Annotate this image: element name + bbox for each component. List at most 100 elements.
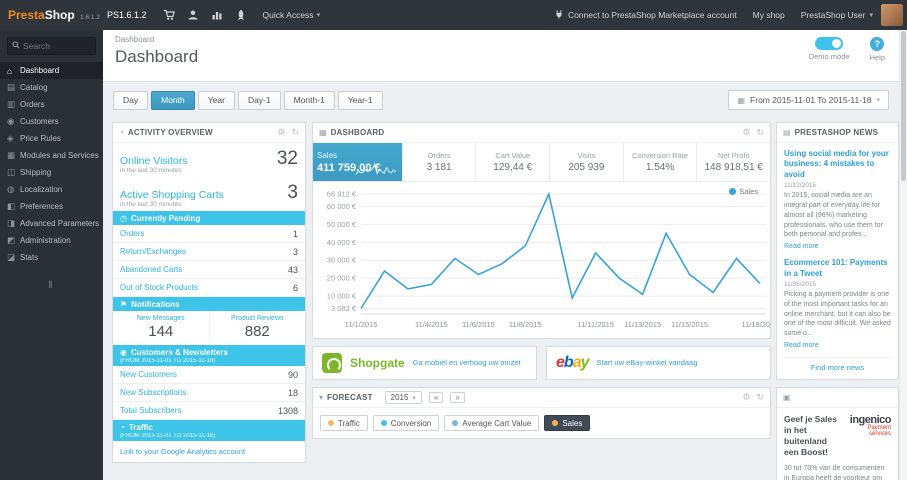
read-more-link[interactable]: Read more: [784, 243, 819, 250]
sidebar-item-label: Advanced Parameters: [20, 219, 100, 228]
home-icon: ⌂: [7, 65, 13, 76]
chevron-down-icon: ▾: [869, 12, 873, 19]
filter-year-1-button[interactable]: Year-1: [337, 90, 383, 110]
scrollbar-thumb[interactable]: [901, 31, 906, 181]
sidebar-item-dashboard[interactable]: ⌂ Dashboard: [0, 62, 103, 79]
gear-icon[interactable]: ⚙: [277, 127, 285, 138]
sales-chart: Sales 66 912 € 60 000 € 50 000 € 40 000 € 30…: [313, 182, 779, 338]
marketplace-link[interactable]: Connect to PrestaShop Marketplace accoun…: [554, 9, 737, 21]
refresh-icon[interactable]: ↻: [291, 127, 299, 138]
pending-row-abandoned-carts[interactable]: Abandoned Carts 43: [113, 261, 305, 279]
sidebar-item-shipping[interactable]: ◫ Shipping: [0, 164, 103, 181]
news-article-date: 11/12/2015: [784, 182, 817, 190]
search-input[interactable]: [23, 41, 95, 51]
google-analytics-link[interactable]: Link to your Google Analytics account: [113, 441, 305, 462]
kpi-orders-tab[interactable]: Orders 3 181: [403, 143, 477, 181]
svg-text:3 082 €: 3 082 €: [331, 304, 357, 313]
collapse-chevron-icon[interactable]: ▾: [319, 393, 323, 402]
filter-day-1-button[interactable]: Day-1: [237, 90, 281, 110]
read-more-link[interactable]: Read more: [784, 342, 819, 349]
find-more-news-link[interactable]: Find more news: [784, 356, 891, 375]
sidebar-item-stats[interactable]: ◪ Stats: [0, 249, 103, 266]
help-button[interactable]: ? Help: [870, 37, 885, 62]
cart-icon[interactable]: [163, 9, 175, 21]
shopgate-module-card[interactable]: Shopgate Ga mobiel en verhoog uw omzet: [312, 346, 537, 380]
cell-label: New Messages: [136, 315, 185, 322]
news-article-title[interactable]: Using social media for your business: 4 …: [784, 149, 891, 180]
gear-icon[interactable]: ⚙: [742, 392, 750, 403]
prestashop-logo[interactable]: PrestaShop 1.6.1.2: [0, 8, 103, 22]
year-value: 2015: [390, 393, 409, 402]
news-article: Ecommerce 101: Payments in a Tweet 11/05…: [784, 258, 891, 349]
filter-month-1-button[interactable]: Month-1: [283, 90, 335, 110]
date-filter-bar: Day Month Year Day-1 Month-1 Year-1 ▦ Fr…: [103, 82, 899, 118]
metric-subtitle: in the last 30 minutes: [120, 167, 182, 174]
forecast-legend-traffic[interactable]: Traffic: [320, 415, 368, 431]
kpi-sales-tab[interactable]: Sales 411 759,00 €: [313, 143, 403, 181]
chart-legend[interactable]: Sales: [729, 187, 758, 196]
customers-row-new-subscriptions[interactable]: New Subscriptions 18: [113, 384, 305, 402]
gear-icon[interactable]: ⚙: [742, 127, 750, 138]
avatar[interactable]: [881, 4, 903, 26]
pending-row-orders[interactable]: Orders 1: [113, 225, 305, 243]
sidebar-item-orders[interactable]: ▥ Orders: [0, 96, 103, 113]
breadcrumb[interactable]: Dashboard: [115, 35, 887, 44]
toggle-switch-icon[interactable]: [815, 37, 844, 50]
filter-year-button[interactable]: Year: [197, 90, 235, 110]
sidebar-search[interactable]: [7, 37, 96, 55]
date-range-picker[interactable]: ▦ From 2015-11-01 To 2015-11-18 ▾: [728, 90, 889, 110]
kpi-cart-value-tab[interactable]: Cart Value 129,44 €: [476, 143, 551, 181]
sidebar-item-catalog[interactable]: ▤ Catalog: [0, 79, 103, 96]
kpi-conversion-rate-tab[interactable]: Conversion Rate 1.54%: [624, 143, 698, 181]
legend-dot-icon: [328, 420, 334, 426]
filter-day-button[interactable]: Day: [113, 90, 149, 110]
ebay-link[interactable]: Start uw eBay-winkel vandaag: [597, 358, 698, 367]
product-reviews-cell[interactable]: Product Reviews 882: [210, 311, 306, 345]
my-shop-link[interactable]: My shop: [753, 10, 785, 20]
year-select[interactable]: 2015 ▾: [384, 391, 422, 404]
section-header-customers: ◉ Customers & Newsletters (FROM 2015-11-0…: [113, 345, 305, 366]
new-messages-cell[interactable]: New Messages 144: [113, 311, 210, 345]
demo-mode-toggle[interactable]: Demo mode: [809, 37, 850, 62]
forecast-legend-conversion[interactable]: Conversion: [372, 415, 440, 431]
news-article-title[interactable]: Ecommerce 101: Payments in a Tweet: [784, 258, 891, 279]
customers-row-new-customers[interactable]: New Customers 90: [113, 366, 305, 384]
ebay-module-card[interactable]: ebay Start uw eBay-winkel vandaag: [546, 346, 771, 380]
sidebar-collapse-button[interactable]: ‖: [0, 280, 103, 291]
pending-row-returns[interactable]: Return/Exchanges 3: [113, 243, 305, 261]
date-filter-buttons: Day Month Year Day-1 Month-1 Year-1: [113, 90, 386, 110]
pending-row-out-of-stock[interactable]: Out of Stock Products 6: [113, 279, 305, 297]
shopgate-link[interactable]: Ga mobiel en verhoog uw omzet: [413, 358, 521, 367]
forecast-legend-average-cart-value[interactable]: Average Cart Value: [444, 415, 540, 431]
rocket-icon[interactable]: [235, 9, 247, 21]
vertical-scrollbar[interactable]: [899, 30, 907, 480]
customers-row-total-subscribers[interactable]: Total Subscribers 1308: [113, 402, 305, 420]
sidebar-item-price-rules[interactable]: ◈ Price Rules: [0, 130, 103, 147]
catalog-icon: ▤: [7, 82, 16, 92]
employee-icon[interactable]: [187, 9, 199, 21]
forecast-panel: ▾ FORECAST 2015 ▾ « » ⚙ ↻ Traffic Conver: [312, 387, 771, 439]
refresh-icon[interactable]: ↻: [756, 127, 764, 138]
quick-access-menu[interactable]: Quick Access ▾: [263, 10, 321, 20]
kpi-visits-tab[interactable]: Visits 205 939: [550, 143, 624, 181]
user-menu[interactable]: PrestaShop User ▾: [801, 10, 873, 20]
legend-dot-icon: [380, 420, 387, 426]
kpi-net-profit-tab[interactable]: Net Profit 148 918,51 €: [697, 143, 770, 181]
sidebar-item-modules[interactable]: ▦ Modules and Services: [0, 147, 103, 164]
stats-icon[interactable]: [211, 9, 223, 21]
refresh-icon[interactable]: ↻: [756, 392, 764, 403]
filter-month-button[interactable]: Month: [151, 90, 195, 110]
online-visitors-metric[interactable]: Online Visitors 32 in the last 30 minute…: [113, 143, 305, 177]
sidebar-item-administration[interactable]: ◩ Administration: [0, 232, 103, 249]
sidebar-item-localization[interactable]: ◍ Localization: [0, 181, 103, 198]
sidebar-item-preferences[interactable]: ◧ Preferences: [0, 198, 103, 215]
sidebar-item-customers[interactable]: ◉ Customers: [0, 113, 103, 130]
active-carts-metric[interactable]: Active Shopping Carts 3 in the last 30 m…: [113, 177, 305, 211]
sidebar-item-label: Stats: [20, 253, 39, 262]
prev-year-button[interactable]: «: [428, 392, 444, 403]
next-year-button[interactable]: »: [450, 392, 465, 403]
shop-name[interactable]: PS1.6.1.2: [107, 10, 147, 20]
sidebar-item-advanced-parameters[interactable]: ◨ Advanced Parameters: [0, 215, 103, 232]
forecast-legend-sales[interactable]: Sales: [544, 415, 591, 431]
section-title: Currently Pending: [130, 213, 201, 223]
